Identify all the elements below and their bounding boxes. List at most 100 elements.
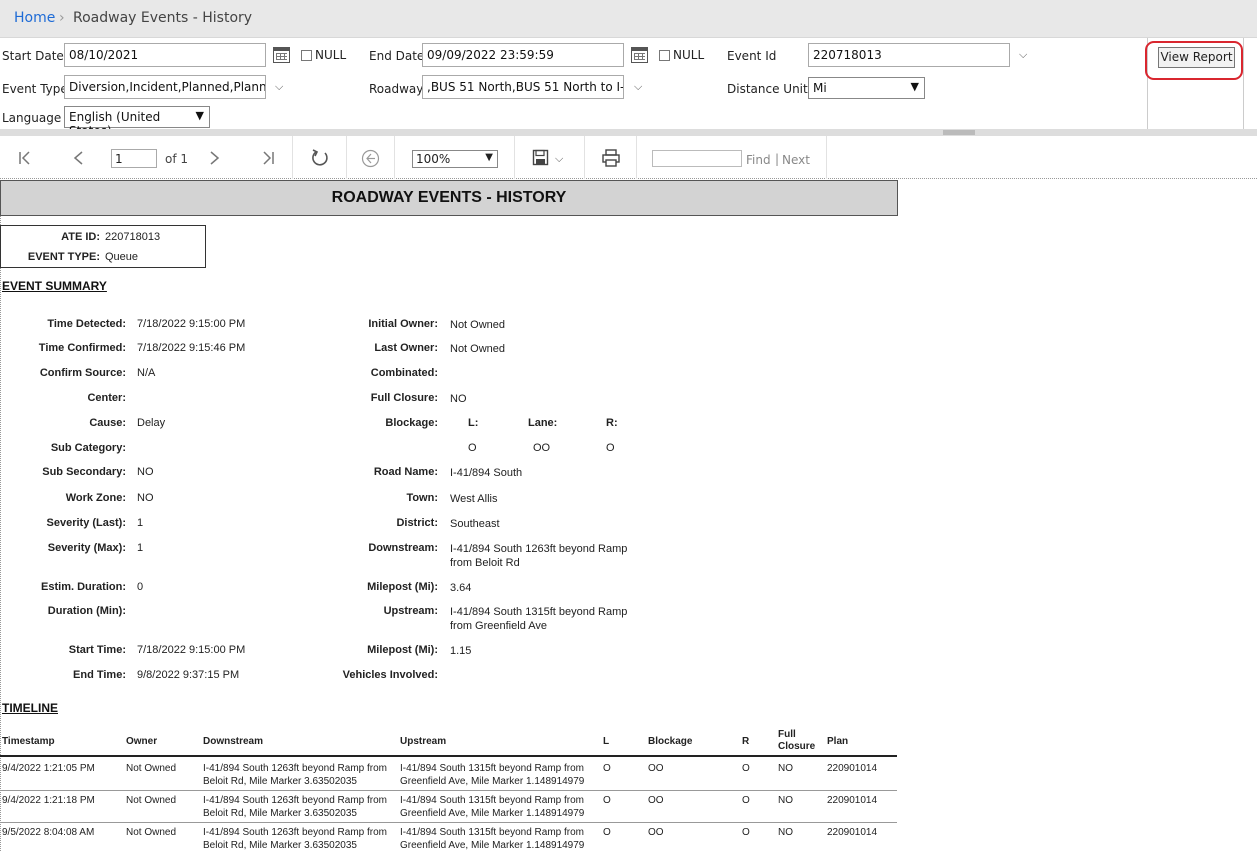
timeline-column-header: Upstream: [400, 736, 447, 747]
summary-field-value: I-41/894 South 1263ft beyond Ramp from B…: [450, 543, 628, 569]
summary-field-label: District:: [396, 517, 438, 529]
timeline-cell: 9/4/2022 1:21:18 PM: [2, 795, 95, 806]
language-chevron-down-icon: ▼: [195, 109, 204, 122]
end-date-calendar-icon[interactable]: [631, 47, 648, 63]
summary-field-value: 7/18/2022 9:15:00 PM: [137, 644, 246, 656]
start-date-calendar-icon[interactable]: [273, 47, 290, 63]
find-input[interactable]: [652, 150, 742, 167]
timeline-cell: 9/4/2022 1:21:05 PM: [2, 763, 95, 774]
view-report-button[interactable]: View Report: [1158, 47, 1235, 68]
event-type-label: Event Type: [2, 82, 68, 96]
toolbar-separator: [346, 136, 347, 179]
summary-field-value: N/A: [137, 367, 156, 379]
timeline-column-header: Blockage: [648, 736, 693, 747]
zoom-select[interactable]: 100% ▼: [412, 150, 498, 168]
timeline-column-header: Plan: [827, 736, 849, 747]
timeline-cell: 9/5/2022 8:04:08 AM: [2, 827, 95, 838]
start-date-label: Start Date: [2, 49, 64, 63]
roadway-dropdown-chevron-icon[interactable]: ⌵: [634, 80, 642, 94]
event-type-input[interactable]: Diversion,Incident,Planned,Planned D: [64, 75, 266, 99]
end-date-input[interactable]: 09/09/2022 23:59:59: [422, 43, 624, 67]
timeline-heading: TIMELINE: [2, 701, 58, 715]
summary-field-label: Upstream:: [383, 605, 438, 617]
parameters-splitter[interactable]: [0, 129, 1257, 136]
summary-field-value: West Allis: [450, 493, 498, 505]
distance-units-chevron-down-icon: ▼: [910, 80, 919, 93]
next-page-icon[interactable]: [209, 150, 221, 166]
summary-field-label: Time Detected:: [47, 318, 126, 330]
print-icon[interactable]: [601, 148, 621, 168]
timeline-cell: O: [742, 827, 750, 838]
timeline-cell: Not Owned: [126, 795, 177, 806]
summary-field-label: Severity (Last):: [46, 517, 126, 529]
event-id-label: Event Id: [727, 49, 777, 63]
previous-page-icon[interactable]: [72, 150, 84, 166]
event-id-dropdown-chevron-icon[interactable]: ⌵: [1019, 48, 1027, 62]
summary-field-value: I-41/894 South 1315ft beyond Ramp from G…: [450, 606, 628, 632]
timeline-cell: I-41/894 South 1315ft beyond Ramp from G…: [400, 795, 585, 819]
timeline-cell: O: [742, 795, 750, 806]
summary-field-label: Duration (Min):: [47, 605, 126, 617]
event-summary-heading: EVENT SUMMARY: [2, 279, 107, 293]
summary-field-label: End Time:: [73, 669, 126, 681]
save-chevron-down-icon[interactable]: ⌵: [555, 152, 563, 166]
page-number-input[interactable]: 1: [111, 149, 157, 168]
blockage-r-value: O: [606, 442, 615, 454]
summary-field-value: 9/8/2022 9:37:15 PM: [137, 669, 240, 681]
blockage-lane-value: OO: [533, 442, 551, 454]
last-page-icon[interactable]: [261, 150, 275, 166]
toolbar-separator: [514, 136, 515, 179]
timeline-cell: OO: [648, 827, 664, 838]
toolbar-separator: [394, 136, 395, 179]
splitter-collapse-handle[interactable]: [943, 130, 975, 135]
timeline-cell: NO: [778, 827, 793, 838]
summary-field-label: Sub Secondary:: [42, 466, 126, 478]
event-type-report-value: Queue: [105, 251, 139, 263]
start-date-input[interactable]: 08/10/2021: [64, 43, 266, 67]
back-icon[interactable]: [361, 149, 380, 168]
timeline-cell: I-41/894 South 1315ft beyond Ramp from G…: [400, 827, 585, 851]
save-icon[interactable]: [532, 149, 550, 167]
distance-units-select[interactable]: Mi ▼: [808, 77, 925, 99]
find-next-button[interactable]: Next: [782, 153, 810, 167]
summary-field-value: Delay: [137, 417, 166, 429]
report-toolbar: [0, 136, 1257, 179]
report-left-border: [0, 180, 1, 851]
blockage-r-label: R:: [606, 417, 618, 429]
timeline-cell: 220901014: [827, 763, 878, 774]
start-date-null-checkbox[interactable]: [301, 50, 312, 61]
distance-units-value: Mi: [813, 81, 827, 95]
start-date-null-label: NULL: [315, 48, 347, 62]
ate-id-value: 220718013: [105, 231, 161, 243]
event-type-dropdown-chevron-icon[interactable]: ⌵: [275, 80, 283, 94]
first-page-icon[interactable]: [18, 150, 32, 166]
language-label: Language: [2, 111, 62, 125]
event-id-input[interactable]: 220718013: [808, 43, 1010, 67]
language-select[interactable]: English (United States) ▼: [64, 106, 210, 138]
roadway-input[interactable]: ,BUS 51 North,BUS 51 North to I-39 S: [422, 75, 624, 99]
roadway-label: Roadway: [369, 82, 424, 96]
zoom-value: 100%: [416, 152, 451, 166]
summary-field-value: 1: [137, 517, 144, 529]
end-date-null-checkbox[interactable]: [659, 50, 670, 61]
timeline-cell: O: [742, 763, 750, 774]
summary-field-label: Blockage:: [385, 417, 438, 429]
home-link[interactable]: Home: [14, 10, 55, 26]
summary-field-label: Milepost (Mi):: [367, 581, 438, 593]
summary-field-label: Work Zone:: [65, 492, 126, 504]
summary-field-value: NO: [450, 393, 467, 405]
timeline-cell: Not Owned: [126, 763, 177, 774]
refresh-icon[interactable]: [310, 148, 330, 168]
find-button[interactable]: Find: [746, 153, 771, 167]
timeline-cell: NO: [778, 763, 793, 774]
end-date-label: End Date: [369, 49, 425, 63]
summary-field-label: Road Name:: [373, 466, 438, 478]
summary-field-label: Combinated:: [370, 367, 438, 379]
timeline-cell: OO: [648, 763, 664, 774]
timeline-column-header: Timestamp: [2, 736, 55, 747]
event-type-report-label: EVENT TYPE:: [27, 251, 100, 263]
summary-field-label: Cause:: [89, 417, 126, 429]
timeline-column-header: L: [603, 736, 610, 747]
timeline-cell: OO: [648, 795, 664, 806]
toolbar-separator: [826, 136, 827, 179]
